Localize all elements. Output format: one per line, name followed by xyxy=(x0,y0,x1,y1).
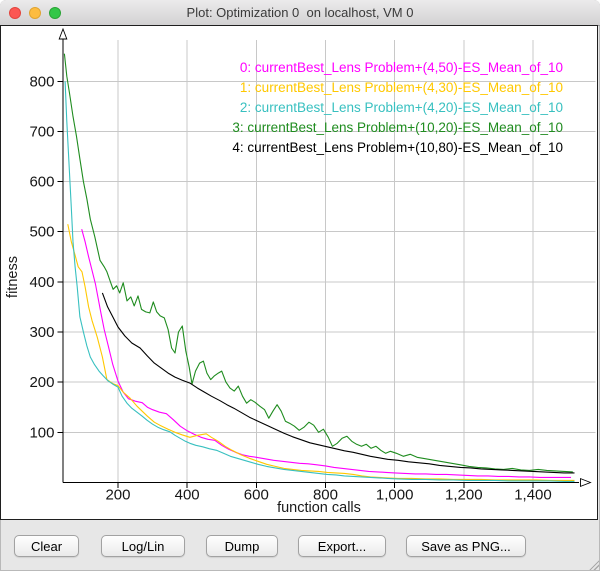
y-axis-arrow-icon xyxy=(59,29,67,39)
log-lin-button[interactable]: Log/Lin xyxy=(101,535,185,557)
y-tick-label: 500 xyxy=(29,224,54,241)
x-tick-label: 200 xyxy=(105,487,130,504)
y-axis-title: fitness xyxy=(5,256,21,298)
x-tick-label: 1,200 xyxy=(445,487,483,504)
export-button[interactable]: Export... xyxy=(298,535,386,557)
y-tick-label: 800 xyxy=(29,73,54,90)
fitness-chart[interactable]: 1002003004005006007008002004006008001,00… xyxy=(1,26,597,519)
x-tick-label: 400 xyxy=(175,487,200,504)
series-line-4 xyxy=(102,293,574,473)
y-tick-label: 300 xyxy=(29,324,54,341)
x-tick-label: 1,000 xyxy=(376,487,414,504)
y-tick-label: 200 xyxy=(29,374,54,391)
x-axis-title: function calls xyxy=(277,500,361,516)
clear-button[interactable]: Clear xyxy=(14,535,79,557)
title-bar[interactable]: Plot: Optimization 0 on localhost, VM 0 xyxy=(0,0,600,26)
legend-entry-1: 1: currentBest_Lens Problem+(4,30)-ES_Me… xyxy=(240,80,563,95)
save-as-png-button[interactable]: Save as PNG... xyxy=(406,535,526,557)
series-line-0 xyxy=(82,229,571,477)
x-tick-label: 600 xyxy=(244,487,269,504)
plot-window: Plot: Optimization 0 on localhost, VM 0 … xyxy=(0,0,600,571)
x-tick-label: 1,400 xyxy=(514,487,552,504)
y-tick-label: 700 xyxy=(29,123,54,140)
y-tick-label: 100 xyxy=(29,424,54,441)
y-tick-label: 400 xyxy=(29,274,54,291)
x-axis-arrow-icon xyxy=(581,479,591,487)
plot-panel: 1002003004005006007008002004006008001,00… xyxy=(0,25,598,520)
dump-button[interactable]: Dump xyxy=(206,535,278,557)
legend-entry-2: 2: currentBest_Lens Problem+(4,20)-ES_Me… xyxy=(240,100,563,115)
legend-entry-4: 4: currentBest_Lens Problem+(10,80)-ES_M… xyxy=(232,140,563,155)
legend-entry-3: 3: currentBest_Lens Problem+(10,20)-ES_M… xyxy=(232,120,563,135)
window-title: Plot: Optimization 0 on localhost, VM 0 xyxy=(0,0,600,25)
series-lines xyxy=(64,54,574,482)
y-tick-label: 600 xyxy=(29,174,54,191)
legend-entry-0: 0: currentBest_Lens Problem+(4,50)-ES_Me… xyxy=(240,60,563,75)
resize-grip-icon[interactable] xyxy=(588,559,599,570)
